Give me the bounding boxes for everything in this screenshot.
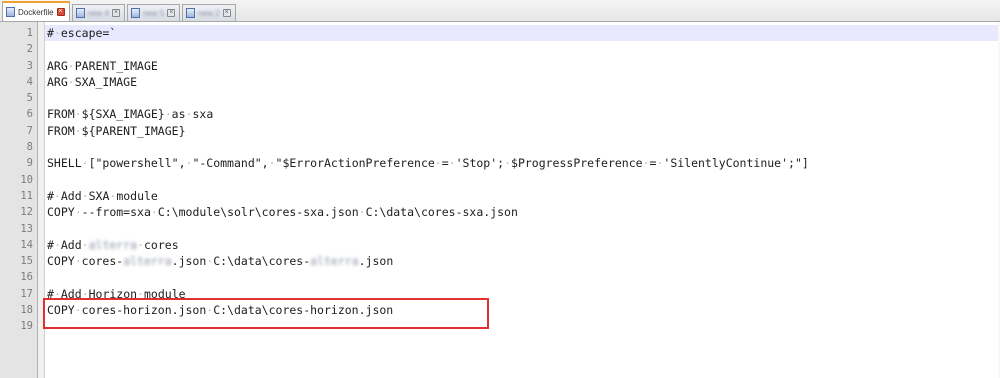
code-line-9[interactable]: SHELL·["powershell",·"-Command",·"$Error…: [45, 155, 1000, 171]
line-number: 19: [20, 320, 33, 333]
line-number: 18: [20, 304, 33, 317]
notepad-window: Dockerfile × new 4 × new 5 × new 2 × 1234567891…: [0, 0, 1000, 378]
code-line-12[interactable]: COPY·--from=sxa·C:\module\solr\cores-sxa…: [45, 204, 1000, 220]
code-line-11[interactable]: #·Add·SXA·module: [45, 188, 1000, 204]
close-icon[interactable]: ×: [167, 9, 176, 17]
file-icon: [130, 8, 140, 18]
redacted-text: alterra: [123, 254, 172, 269]
tab-label: new 2: [198, 8, 220, 18]
editor[interactable]: 1 2 3 4 5 6 7 8 9 10 11 12 13 14 15 16 17 18 19 #·escape=`…: [0, 22, 1000, 378]
tab-label: new 5: [142, 8, 165, 18]
line-number: 17: [20, 287, 33, 300]
line-number: 1: [26, 27, 33, 39]
line-number: 10: [20, 173, 33, 186]
code-line-10[interactable]: [45, 172, 1000, 188]
line-number: 6: [26, 108, 33, 121]
line-number: 13: [20, 222, 33, 235]
code-line-2[interactable]: [45, 41, 1000, 57]
tab-1[interactable]: new 4 ×: [71, 4, 125, 21]
code-line-14[interactable]: #·Add·alterra·cores: [45, 237, 1000, 253]
file-icon: [75, 8, 85, 18]
code-line-4[interactable]: ARG·SXA_IMAGE: [45, 74, 1000, 90]
code-line-15[interactable]: COPY·cores-alterra.json·C:\data\cores-al…: [45, 253, 1000, 269]
line-number: 11: [20, 189, 33, 202]
tab-3[interactable]: new 2 ×: [182, 4, 236, 21]
file-icon: [6, 7, 15, 17]
code-area[interactable]: #·escape=` ARG·PARENT_IMAGE ARG·SXA_IMAGE F…: [43, 22, 1000, 378]
line-number: 3: [26, 59, 33, 72]
code-line-8[interactable]: [45, 139, 1000, 155]
line-number: 15: [20, 255, 33, 268]
file-icon: [186, 8, 196, 18]
code-line-5[interactable]: [45, 90, 1000, 106]
redacted-text: alterra: [310, 254, 359, 269]
line-number: 9: [26, 157, 33, 170]
code-line-7[interactable]: FROM·${PARENT_IMAGE}: [45, 123, 1000, 139]
line-number: 8: [26, 141, 33, 154]
code-line-13[interactable]: [45, 221, 1000, 237]
line-number: 14: [20, 238, 33, 251]
code-line-16[interactable]: [45, 269, 1000, 285]
code-line-1[interactable]: #·escape=`: [45, 25, 1000, 42]
close-icon[interactable]: ×: [111, 9, 120, 17]
line-number: 16: [20, 271, 33, 284]
tab-2[interactable]: new 5 ×: [126, 4, 181, 21]
line-number: 12: [20, 206, 33, 219]
line-number: 2: [26, 43, 33, 56]
code-line-3[interactable]: ARG·PARENT_IMAGE: [45, 58, 1000, 74]
close-icon[interactable]: ×: [222, 9, 231, 17]
line-number-gutter: 1 2 3 4 5 6 7 8 9 10 11 12 13 14 15 16 17 18 19: [0, 22, 38, 378]
line-number: 5: [26, 92, 33, 105]
tab-0[interactable]: Dockerfile ×: [2, 1, 70, 21]
line-number: 4: [26, 75, 33, 88]
code-line-6[interactable]: FROM·${SXA_IMAGE}·as·sxa: [45, 106, 1000, 122]
tab-bar: Dockerfile × new 4 × new 5 × new 2 ×: [0, 0, 1000, 22]
tab-label: new 4: [87, 8, 109, 18]
highlight-box: [43, 298, 489, 329]
redacted-text: alterra: [88, 237, 138, 252]
line-number: 7: [26, 124, 33, 137]
close-icon[interactable]: ×: [56, 8, 65, 16]
tab-label: Dockerfile: [18, 7, 54, 17]
